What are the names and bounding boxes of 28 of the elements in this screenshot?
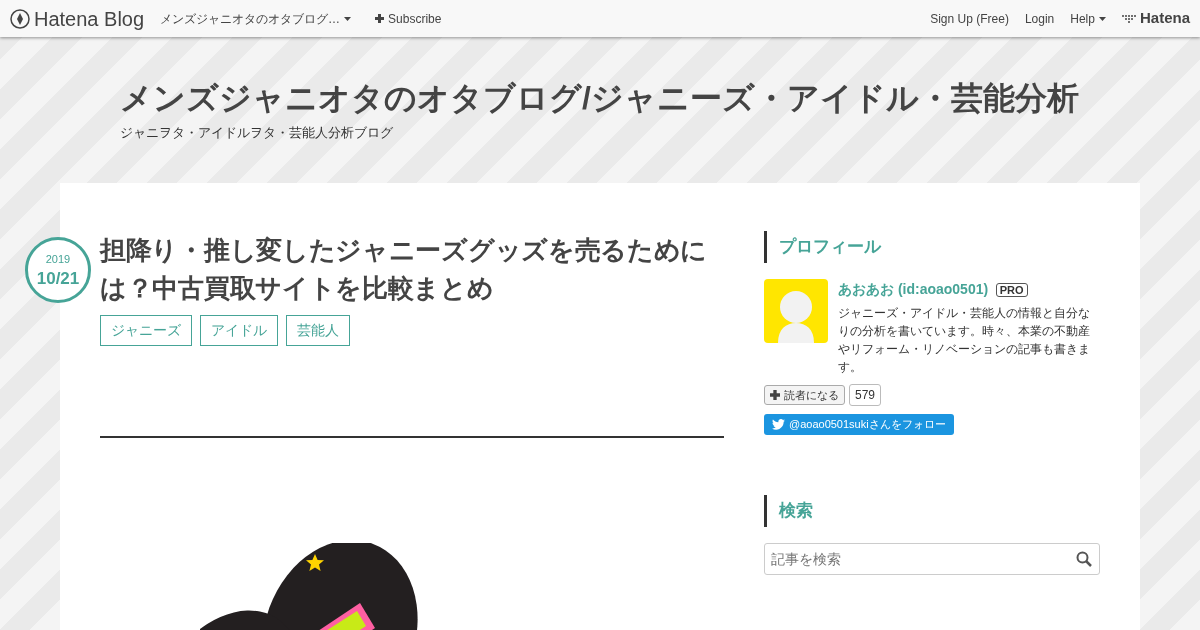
date-day: 10/21 [28, 270, 88, 287]
bird-icon [772, 418, 785, 430]
subscriber-count: 579 [849, 384, 882, 406]
hatena-blog-logo[interactable]: Hatena Blog [10, 3, 145, 34]
subscribe-button[interactable]: 読者になる [764, 384, 845, 406]
blog-subtitle: ジャニヲタ・アイドルヲタ・芸能人分析ブログ [120, 124, 394, 143]
lines-icon [1121, 13, 1136, 24]
blog-menu[interactable]: メンズジャニオタのオタブログ… [160, 9, 352, 28]
pen-nib-icon [10, 8, 30, 29]
nav-link[interactable]: Sign Up (Free) [930, 9, 1009, 28]
avatar-placeholder [764, 279, 828, 343]
search-icon[interactable] [1076, 550, 1092, 567]
entry-title[interactable]: 担降り・推し変したジャニーズグッズを売るためには？中古買取サイトを比較まとめ [100, 231, 724, 307]
search-field[interactable]: 記事を検索 [764, 542, 1100, 575]
date-year: 2019 [44, 254, 72, 265]
plus-icon [375, 14, 385, 23]
hatena-logo[interactable]: Hatena [1121, 7, 1190, 30]
pro-badge: PRO [995, 283, 1028, 297]
section-heading: 検索 [764, 494, 1100, 527]
caret-icon [344, 16, 352, 21]
help-menu[interactable]: Help [1070, 9, 1106, 28]
subscribe-link[interactable]: Subscribe [375, 9, 442, 28]
blog-title[interactable]: メンズジャニオタのオタブログ/ジャニーズ・アイドル・芸能分析 [120, 79, 1200, 118]
plus-icon [770, 390, 780, 400]
section-heading: プロフィール [764, 231, 1100, 263]
nav-link[interactable]: Login [1024, 9, 1055, 28]
caret-icon [1098, 16, 1106, 21]
profile-description: ジャニーズ・アイドル・芸能人の情報と自分なりの分析を書いています。時々、本業の不動産やリフォーム・リノベーションの記事も書きます。 [838, 305, 1091, 376]
